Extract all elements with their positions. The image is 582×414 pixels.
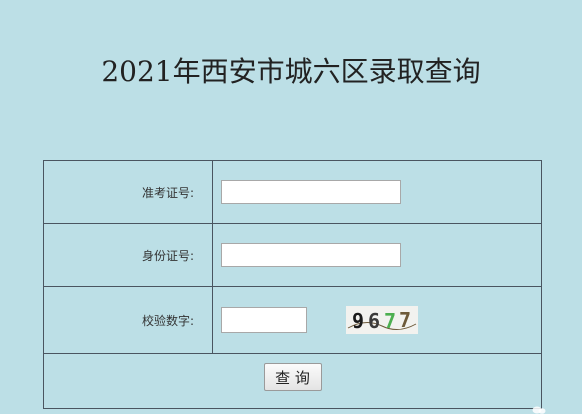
captcha-digit: 9 bbox=[352, 309, 364, 333]
wechat-watermark-icon bbox=[532, 406, 546, 414]
page-title: 2021年西安市城六区录取查询 bbox=[101, 55, 481, 88]
id-number-input[interactable] bbox=[221, 243, 401, 267]
submit-cell: 查 询 bbox=[43, 353, 542, 409]
captcha-digit: 6 bbox=[368, 309, 380, 333]
exam-id-cell bbox=[212, 160, 542, 224]
query-button[interactable]: 查 询 bbox=[263, 363, 322, 391]
exam-id-label: 准考证号: bbox=[43, 160, 213, 224]
id-number-cell bbox=[212, 223, 542, 287]
captcha-digit: 7 bbox=[399, 308, 411, 332]
captcha-image[interactable]: 9 6 7 7 bbox=[346, 306, 419, 334]
submit-row: 查 询 bbox=[43, 353, 542, 409]
verify-code-input[interactable] bbox=[221, 307, 307, 333]
captcha-digit: 7 bbox=[384, 309, 396, 333]
exam-id-input[interactable] bbox=[221, 180, 401, 204]
verify-code-cell: 9 6 7 7 bbox=[212, 286, 542, 354]
exam-id-row: 准考证号: bbox=[43, 160, 542, 224]
admission-query-form: 准考证号: 身份证号: 校验数字: 9 6 7 7 查 询 bbox=[43, 160, 542, 409]
submit-wrap: 查 询 bbox=[44, 354, 541, 391]
id-number-row: 身份证号: bbox=[43, 223, 542, 287]
id-number-label: 身份证号: bbox=[43, 223, 213, 287]
verify-code-label: 校验数字: bbox=[43, 286, 213, 354]
verify-code-row: 校验数字: 9 6 7 7 bbox=[43, 286, 542, 354]
captcha-graphic: 9 6 7 7 bbox=[347, 308, 417, 333]
